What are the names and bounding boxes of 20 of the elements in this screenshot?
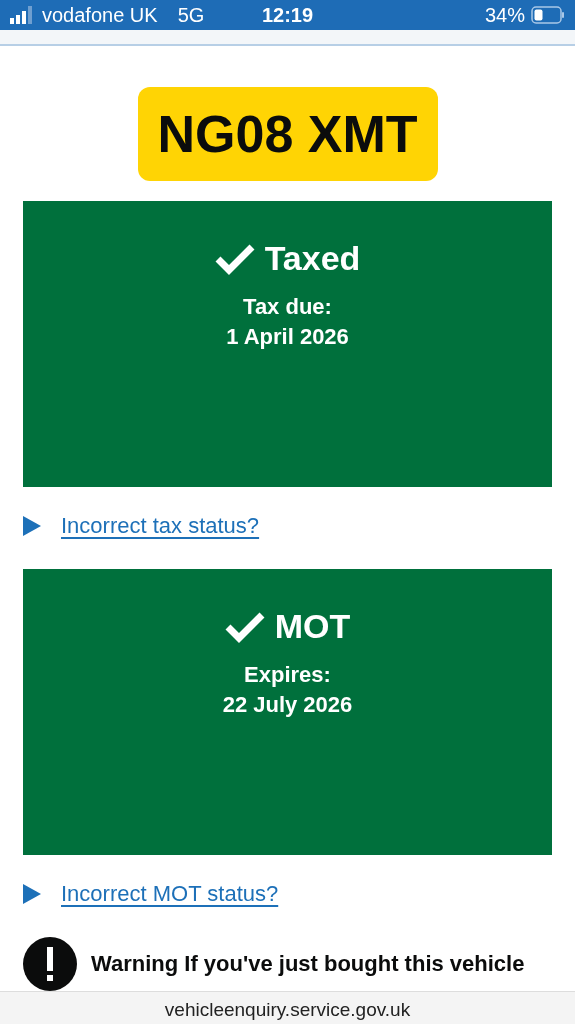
status-title: Taxed	[264, 239, 361, 278]
warning-icon	[23, 937, 77, 991]
triangle-icon[interactable]	[23, 884, 41, 904]
triangle-icon[interactable]	[23, 516, 41, 536]
battery-percentage: 34%	[484, 3, 525, 27]
battery-icon	[531, 6, 565, 24]
clock-time: 12:19	[261, 3, 314, 26]
carrier-name: vodafone UK	[42, 3, 158, 27]
address-bar[interactable]: vehicleenquiry.service.gov.uk	[0, 991, 575, 1024]
status-date: 1 April 2026	[226, 324, 349, 349]
signal-icon	[10, 6, 34, 24]
warning-text: Warning If you've just bought this vehicle	[91, 951, 525, 977]
details-link[interactable]: Incorrect MOT status?	[61, 881, 279, 907]
status-title: MOT	[274, 607, 351, 646]
details-link[interactable]: Incorrect tax status?	[61, 513, 260, 539]
status-label: Expires:	[244, 662, 331, 687]
status-date: 22 July 2026	[222, 692, 353, 717]
number-plate: NG08 XMT	[137, 87, 438, 181]
status-label: Tax due:	[243, 294, 332, 319]
network-type: 5G	[177, 3, 205, 27]
